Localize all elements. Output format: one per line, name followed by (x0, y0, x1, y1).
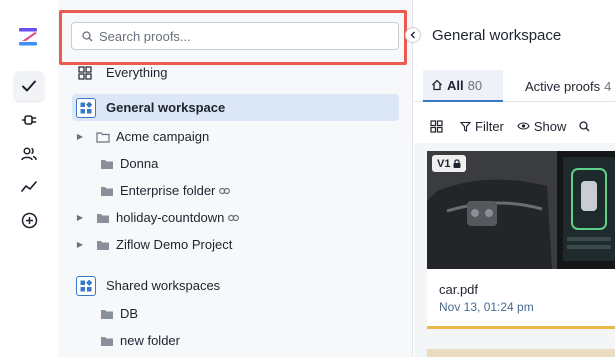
folder-outline-icon (96, 131, 110, 143)
proof-card-partial[interactable] (427, 349, 615, 357)
workspace-content: General workspace All 80 Active proofs 4… (414, 0, 615, 357)
search-input[interactable] (99, 28, 389, 44)
integrations-icon (22, 115, 36, 125)
analytics-nav-button[interactable] (14, 171, 44, 201)
folder-icon (97, 213, 109, 223)
grid-icon (430, 119, 443, 133)
folder-row[interactable]: DB (72, 300, 399, 327)
folder-icon (101, 186, 113, 196)
icon-rail (0, 0, 58, 357)
grid-view-button[interactable] (430, 119, 447, 133)
show-button[interactable]: Show (517, 118, 567, 134)
folder-icon (101, 336, 113, 346)
grid-icon (78, 65, 92, 80)
search-box[interactable] (71, 22, 399, 50)
folder-label: Enterprise folder (120, 183, 216, 198)
folder-label: holiday-countdown (116, 210, 225, 225)
analytics-icon (21, 181, 37, 192)
proof-date: Nov 13, 01:24 pm (439, 300, 534, 314)
sidebar-item-shared-workspaces[interactable]: Shared workspaces (72, 272, 399, 299)
folder-label: Donna (120, 156, 159, 171)
tab-count: 4 (604, 78, 612, 94)
tab-label: Active proofs (525, 78, 601, 94)
sidebar-item-label: Everything (106, 65, 168, 80)
folder-row[interactable]: Enterprise folder (72, 177, 399, 204)
folder-icon (101, 159, 113, 169)
caret-right-icon[interactable]: ▶ (74, 240, 86, 249)
folder-row[interactable]: new folder (72, 327, 399, 354)
eye-icon (517, 122, 530, 130)
version-label: V1 (437, 157, 451, 170)
proofs-nav-button[interactable] (14, 71, 44, 101)
integrations-nav-button[interactable] (14, 105, 44, 135)
tab-active-proofs[interactable]: Active proofs 4 (525, 70, 611, 102)
ziflow-logo[interactable] (17, 27, 39, 47)
toolbar-search-button[interactable] (579, 120, 594, 132)
version-badge: V1 (432, 155, 467, 172)
proof-toolbar: Filter Show (414, 110, 615, 142)
people-nav-button[interactable] (14, 139, 44, 169)
link-icon (228, 214, 240, 221)
chevron-left-icon (410, 31, 415, 39)
folder-icon (97, 240, 109, 250)
caret-right-icon[interactable]: ▶ (74, 132, 86, 141)
folder-label: new folder (120, 333, 180, 348)
sidebar-item-everything[interactable]: Everything (72, 59, 399, 86)
filter-button[interactable]: Filter (460, 119, 504, 134)
proof-name[interactable]: car.pdf (439, 282, 478, 297)
lock-icon (453, 159, 461, 168)
folder-row[interactable]: ▶ holiday-countdown (72, 204, 399, 231)
people-icon (21, 147, 37, 161)
page-title: General workspace (432, 27, 562, 44)
tab-label: All (447, 77, 464, 93)
sidebar-item-label: Shared workspaces (106, 278, 221, 293)
filter-icon (460, 121, 471, 132)
sidebar-item-label: General workspace (106, 100, 226, 115)
collapse-sidebar-button[interactable] (405, 27, 421, 43)
proof-tabs: All 80 Active proofs 4 (414, 70, 615, 102)
folder-label: Acme campaign (116, 129, 210, 144)
tab-all[interactable]: All 80 (423, 70, 503, 102)
proof-thumbnail[interactable]: V1 (427, 151, 615, 269)
search-icon (82, 30, 93, 41)
home-icon (432, 79, 442, 91)
workspace-icon (76, 97, 96, 118)
folder-row[interactable]: ▶ Acme campaign (72, 123, 399, 150)
proof-grid: V1 car.pdf Nov 13, 01:24 pm (414, 143, 615, 357)
add-nav-button[interactable] (14, 205, 44, 235)
add-circle-icon (21, 212, 37, 228)
folder-row[interactable]: Donna (72, 150, 399, 177)
tab-count: 80 (467, 77, 483, 93)
folder-icon (101, 309, 113, 319)
sidebar-item-general-workspace[interactable]: General workspace (72, 94, 399, 121)
link-icon (219, 187, 231, 194)
folder-label: DB (120, 306, 139, 321)
show-label: Show (533, 118, 567, 134)
workspace-sidebar: Everything General workspace ▶ Acme camp… (58, 0, 413, 357)
filter-label: Filter (475, 118, 504, 134)
proof-card[interactable]: V1 car.pdf Nov 13, 01:24 pm (427, 151, 615, 329)
workspace-icon (76, 275, 96, 296)
folder-label: Ziflow Demo Project (116, 237, 233, 252)
check-icon (22, 80, 36, 92)
search-icon (579, 120, 590, 131)
caret-right-icon[interactable]: ▶ (74, 213, 86, 222)
folder-row[interactable]: ▶ Ziflow Demo Project (72, 231, 399, 258)
